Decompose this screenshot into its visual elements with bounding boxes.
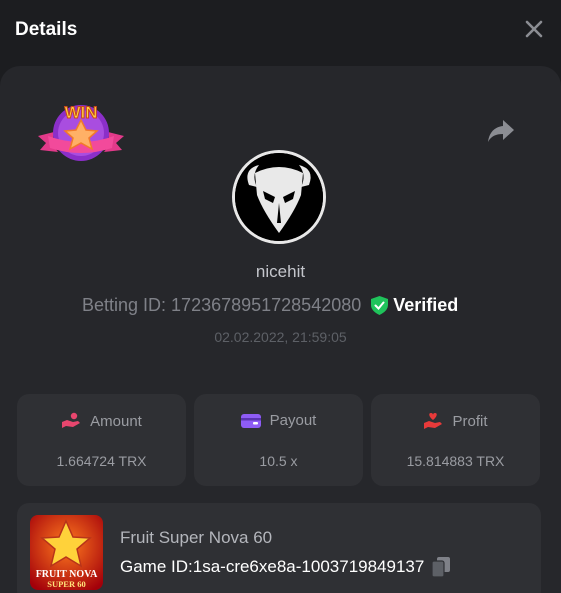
shield-check-icon (371, 295, 389, 315)
amount-value: 1.664724 TRX (56, 453, 147, 469)
profit-card: Profit 15.814883 TRX (371, 394, 540, 486)
hand-coin-icon (62, 412, 81, 428)
game-card[interactable]: FRUIT NOVA SUPER 60 Fruit Super Nova 60 … (17, 503, 541, 593)
game-thumb-line2: SUPER 60 (47, 579, 86, 589)
win-badge-icon: WIN (38, 103, 124, 161)
payout-card: Payout 10.5 x (194, 394, 363, 486)
username: nicehit (255, 262, 306, 281)
modal-header: Details (0, 0, 561, 64)
helmet-avatar-icon (235, 153, 323, 241)
betting-id-value: 1723678951728542080 (171, 294, 362, 315)
payout-value: 10.5 x (259, 453, 298, 469)
amount-label: Amount (90, 412, 142, 430)
close-icon[interactable] (523, 18, 545, 40)
wallet-icon (240, 413, 261, 428)
payout-label: Payout (269, 412, 317, 429)
game-id-row: Game ID: 1sa-cre6xe8a-1003719849137 (120, 557, 451, 577)
betting-id-label: Betting ID: (82, 294, 167, 315)
win-badge-text: WIN (64, 103, 97, 122)
game-id-label: Game ID: (120, 557, 193, 576)
amount-card: Amount 1.664724 TRX (17, 394, 186, 486)
profit-value: 15.814883 TRX (406, 453, 505, 469)
verified-label: Verified (393, 294, 459, 315)
copy-icon[interactable] (432, 557, 451, 577)
game-name[interactable]: Fruit Super Nova 60 (120, 528, 272, 548)
share-icon[interactable] (486, 118, 516, 144)
game-thumbnail[interactable]: FRUIT NOVA SUPER 60 (30, 515, 103, 590)
bet-datetime: 02.02.2022, 21:59:05 (214, 329, 347, 345)
profit-label: Profit (452, 412, 488, 430)
hand-heart-icon (424, 413, 443, 429)
betting-id-row: Betting ID: 1723678951728542080 Verified (82, 293, 458, 317)
modal-title: Details (15, 19, 78, 40)
game-id-value: 1sa-cre6xe8a-1003719849137 (192, 557, 425, 576)
avatar (232, 150, 326, 244)
